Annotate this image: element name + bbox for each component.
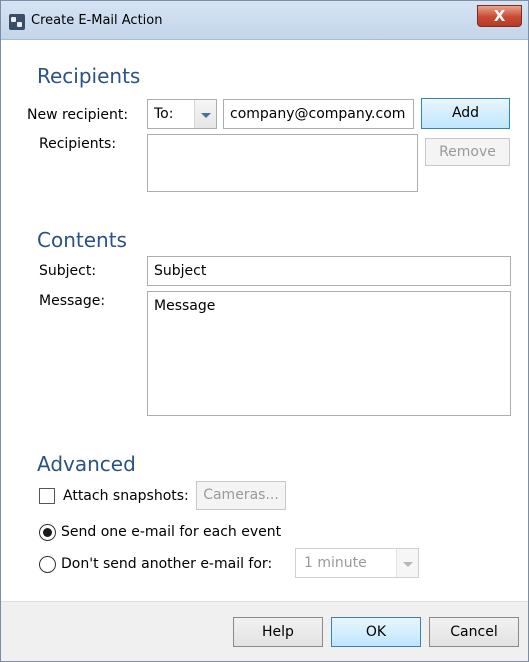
dialog-content: Recipients New recipient: To: company@co… <box>1 40 528 601</box>
recipients-list[interactable] <box>147 134 418 192</box>
attach-snapshots-checkbox[interactable] <box>39 488 55 504</box>
recipient-email-input[interactable]: company@company.com <box>223 99 414 129</box>
remove-button[interactable]: Remove <box>425 138 510 166</box>
recipients-list-label: Recipients: <box>39 136 117 152</box>
add-button[interactable]: Add <box>421 98 510 129</box>
recipients-heading: Recipients <box>37 64 141 88</box>
cancel-button[interactable]: Cancel <box>429 617 519 647</box>
help-button-label: Help <box>262 624 294 640</box>
window-title: Create E-Mail Action <box>31 13 163 28</box>
recipient-type-select[interactable]: To: <box>147 99 217 129</box>
advanced-heading: Advanced <box>37 452 136 476</box>
chevron-down-icon[interactable] <box>194 100 216 128</box>
recipient-type-value: To: <box>154 106 174 122</box>
contents-heading: Contents <box>37 228 127 252</box>
help-button[interactable]: Help <box>233 617 323 647</box>
remove-button-label: Remove <box>439 144 496 160</box>
close-icon: X <box>493 7 506 25</box>
message-textarea[interactable]: Message <box>147 291 511 416</box>
subject-label: Subject: <box>39 263 97 279</box>
chevron-down-icon[interactable] <box>396 549 418 577</box>
attach-snapshots-label: Attach snapshots: <box>63 488 189 504</box>
cancel-button-label: Cancel <box>450 624 498 640</box>
send-each-event-radio[interactable] <box>39 524 56 541</box>
title-bar[interactable]: Create E-Mail Action X <box>1 1 528 40</box>
dont-send-radio[interactable] <box>39 556 56 573</box>
ok-button[interactable]: OK <box>331 617 421 647</box>
add-button-label: Add <box>451 105 480 121</box>
close-button[interactable]: X <box>477 5 522 27</box>
app-icon <box>9 14 25 30</box>
ok-button-label: OK <box>365 624 387 640</box>
cameras-button-label: Cameras... <box>203 487 279 503</box>
dialog-footer: Help OK Cancel <box>1 601 528 661</box>
interval-value: 1 minute <box>304 555 367 571</box>
new-recipient-label: New recipient: <box>27 107 129 123</box>
dialog-window: Create E-Mail Action X Recipients New re… <box>0 0 529 662</box>
message-label: Message: <box>39 293 106 309</box>
cameras-button[interactable]: Cameras... <box>196 481 286 510</box>
subject-input[interactable]: Subject <box>147 256 511 286</box>
send-each-event-label: Send one e-mail for each event <box>61 524 282 540</box>
interval-select[interactable]: 1 minute <box>295 548 419 578</box>
dont-send-label: Don't send another e-mail for: <box>61 556 273 572</box>
